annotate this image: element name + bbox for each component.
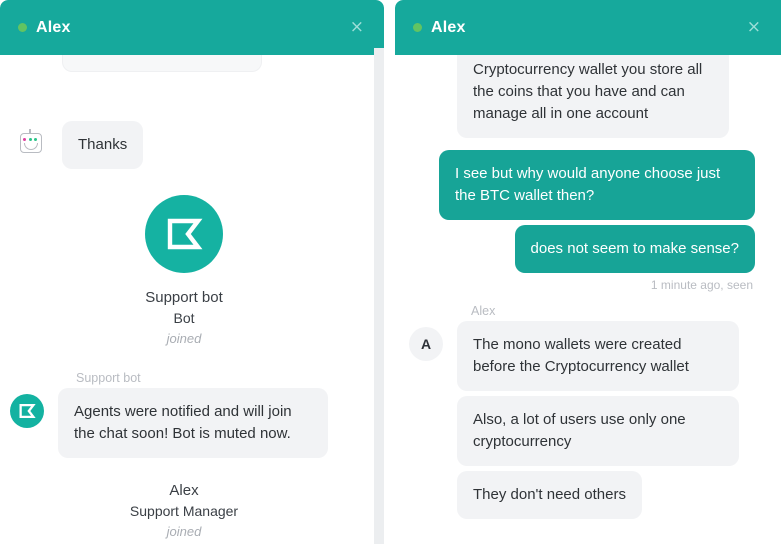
online-status-dot [413,23,422,32]
close-icon[interactable]: × [344,15,370,40]
kommo-logo-icon [145,195,223,273]
message-row-one-crypto: Also, a lot of users use only one crypto… [409,396,755,466]
robot-glyph [18,129,44,155]
avatar-placeholder [409,402,443,436]
chat-header-title: Alex [431,18,466,36]
chat-widget-left: Alex × Thanks Support bot Bot joined Sup… [0,0,384,544]
chat-widget-right: Alex × Cryptocurrency wallet you store a… [395,0,781,544]
avatar-placeholder [14,61,48,95]
message-bubble: Cryptocurrency wallet you store all the … [457,55,729,138]
message-bubble: Thanks [62,121,144,169]
chat-header-title: Alex [36,18,71,36]
online-status-dot [18,23,27,32]
join-name: Support bot [145,289,223,306]
message-bubble: Also, a lot of users use only one crypto… [457,396,739,466]
kommo-logo-icon [10,394,44,428]
message-row-crypto-info: Cryptocurrency wallet you store all the … [409,55,755,138]
message-row-bot: Agents were notified and will join the c… [10,388,354,458]
chat-header-left: Alex × [0,0,384,55]
message-list-right[interactable]: Cryptocurrency wallet you store all the … [395,55,781,544]
bot-face-icon [14,125,48,159]
message-bubble: The mono wallets were created before the… [457,321,739,391]
avatar: A [409,327,443,361]
message-row-need-others: They don't need others [409,471,755,519]
system-join-bot: Support bot Bot joined [14,195,354,349]
message-sender-label: Support bot [76,371,141,385]
robot-eyes [23,138,37,141]
message-row-thanks: Thanks [14,121,354,169]
message-status: 1 minute ago, seen [650,278,753,292]
clipped-bubble [62,55,262,72]
message-sender-label: Alex [471,304,496,318]
join-action: joined [166,524,202,539]
join-action: joined [166,331,202,346]
message-row-btc-question: I see but why would anyone choose just t… [409,150,755,220]
close-icon[interactable]: × [741,15,767,40]
screenshot-root: Alex × Thanks Support bot Bot joined Sup… [0,0,781,544]
message-row-clipped [14,55,354,95]
message-bubble: They don't need others [457,471,642,519]
avatar-placeholder [409,61,443,95]
join-name: Alex [169,482,199,499]
join-role: Bot [173,310,195,326]
message-row-make-sense: does not seem to make sense? [409,225,755,273]
system-join-agent: Alex Support Manager joined [14,480,354,542]
message-row-mono-wallets: A The mono wallets were created before t… [409,321,755,391]
join-role: Support Manager [129,503,239,519]
avatar-placeholder [409,477,443,511]
message-list-left[interactable]: Thanks Support bot Bot joined Support bo… [0,55,384,544]
message-bubble: Agents were notified and will join the c… [58,388,328,458]
message-bubble: I see but why would anyone choose just t… [439,150,755,220]
chat-header-right: Alex × [395,0,781,55]
message-bubble: does not seem to make sense? [514,225,755,273]
